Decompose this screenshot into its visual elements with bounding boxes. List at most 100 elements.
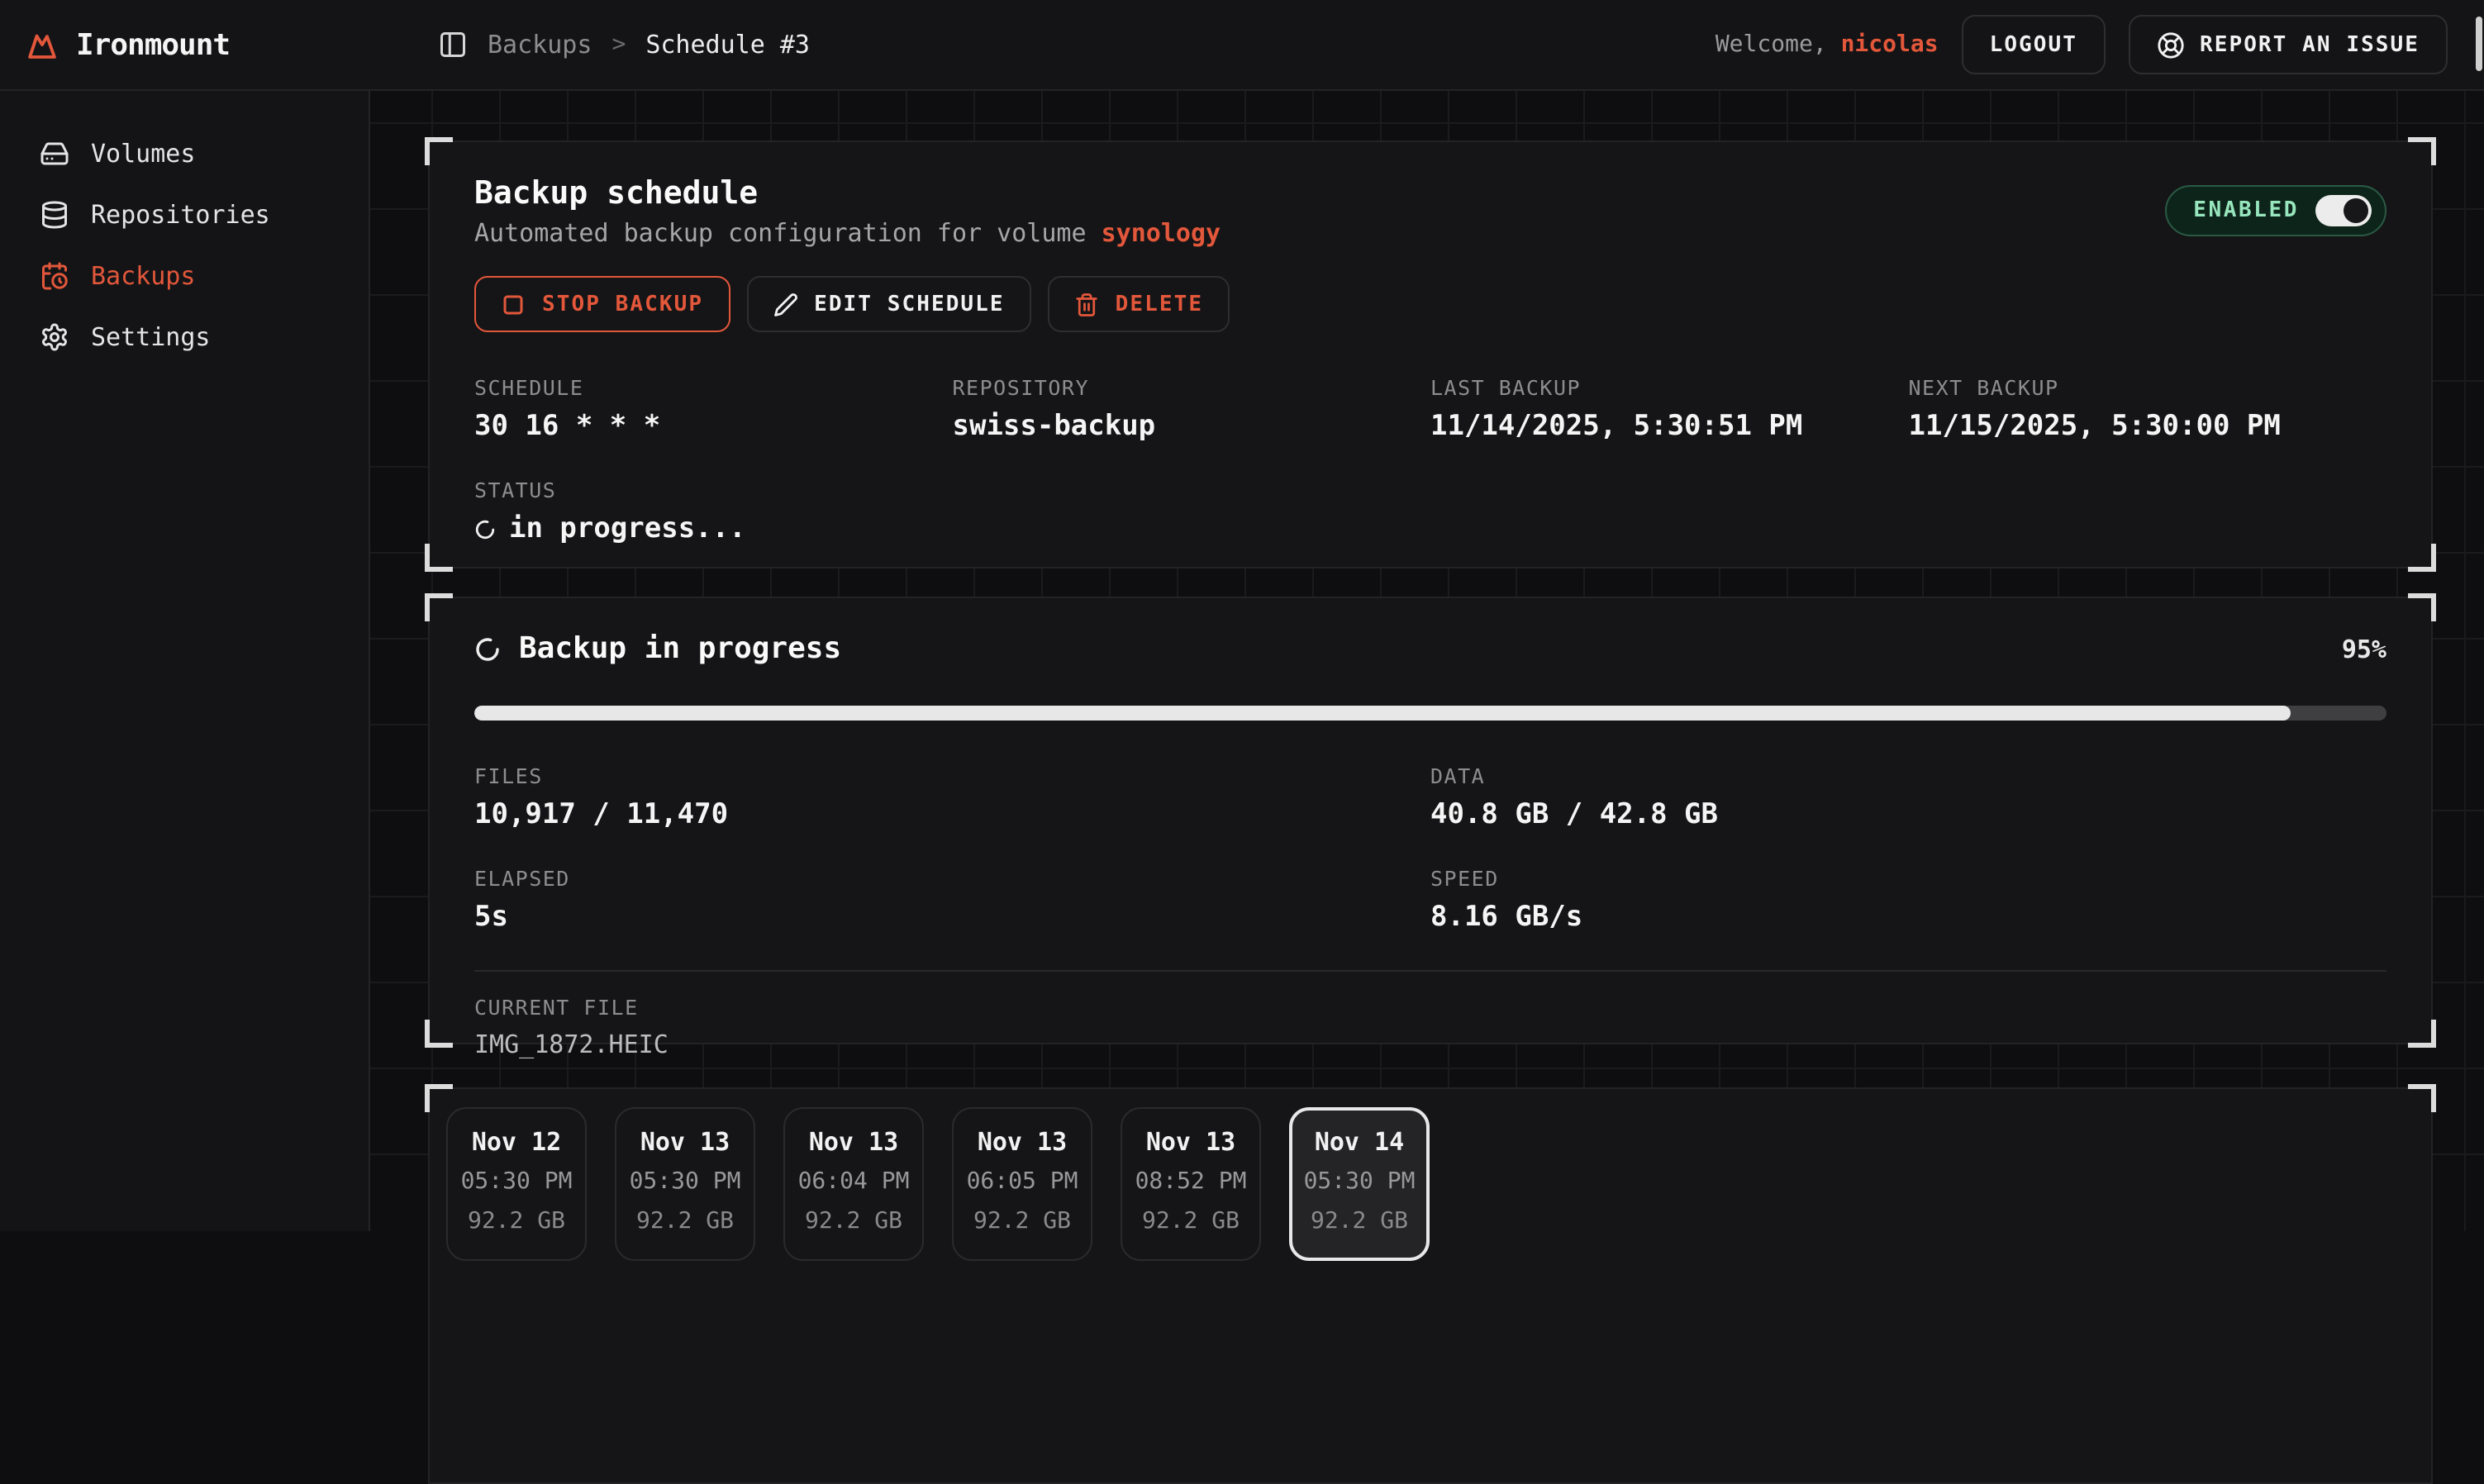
breadcrumb-separator: > [611,31,626,58]
history-size: 92.2 GB [1122,1206,1259,1236]
toggle-knob [2344,198,2368,223]
history-date: Nov 14 [1292,1127,1426,1157]
breadcrumb: Backups > Schedule #3 [438,30,810,59]
history-date: Nov 13 [616,1127,754,1157]
progress-title: Backup in progress [519,631,841,666]
card-subtitle: Automated backup configuration for volum… [474,218,1221,248]
corner-bracket [425,1084,453,1112]
enabled-label: ENABLED [2193,198,2299,223]
card-title: Backup schedule [474,175,1221,212]
pencil-icon [773,292,797,316]
backup-history-item[interactable]: Nov 1405:30 PM92.2 GB [1289,1107,1430,1261]
field-label: NEXT BACKUP [1909,375,2387,400]
progress-stat: FILES 10,917 / 11,470 [474,763,1430,831]
welcome-text: Welcome, nicolas [1715,31,1939,58]
panel-left-icon[interactable] [438,30,468,59]
corner-bracket [425,137,453,165]
corner-bracket [2408,1084,2436,1112]
app-window: Ironmount Backups > Schedule #3 Welcome,… [0,0,2484,1231]
backup-schedule-card: Backup schedule Automated backup configu… [428,140,2433,568]
scrollbar-thumb[interactable] [2476,17,2482,71]
corner-bracket [425,544,453,572]
sidebar-item-label: Backups [91,261,195,291]
schedule-field: NEXT BACKUP11/15/2025, 5:30:00 PM [1909,375,2387,443]
sidebar-item-label: Settings [91,322,211,352]
schedule-fields: SCHEDULE 30 16 * * *REPOSITORY swiss-backu… [474,375,2386,443]
field-label: SCHEDULE [474,375,953,400]
brand[interactable]: Ironmount [0,27,370,62]
backup-history-item[interactable]: Nov 12 05:30 PM 92.2 GB [446,1107,587,1261]
stat-label: FILES [474,763,1430,788]
progress-percent: 95% [2342,634,2386,664]
stat-value: 10,917 / 11,470 [474,798,1430,831]
history-date: Nov 13 [1122,1127,1259,1157]
logout-button[interactable]: LOGOUT [1962,15,2106,74]
trash-icon [1074,292,1099,316]
backup-history-item[interactable]: Nov 1306:05 PM92.2 GB [952,1107,1092,1261]
delete-button[interactable]: DELETE [1048,276,1230,332]
history-time: 08:52 PM [1122,1167,1259,1196]
field-label: LAST BACKUP [1430,375,1909,400]
stat-value: 5s [474,901,1430,934]
field-value: 30 16 * * * [474,410,953,443]
report-issue-button[interactable]: REPORT AN ISSUE [2129,15,2448,74]
enabled-toggle[interactable]: ENABLED [2165,185,2386,236]
stat-label: ELAPSED [474,866,1430,891]
database-icon [40,200,69,230]
history-size: 92.2 GB [1292,1206,1426,1236]
corner-bracket [2408,593,2436,621]
calendar-clock-icon [40,261,69,291]
breadcrumb-current: Schedule #3 [645,30,810,59]
stat-value: 40.8 GB / 42.8 GB [1430,798,2386,831]
stat-label: SPEED [1430,866,2386,891]
backup-progress-card: Backup in progress 95% FILES 10,917 / 11,… [428,597,2433,1044]
brand-name: Ironmount [76,27,230,62]
sidebar: Volumes Repositories Backups Settings [0,91,370,1231]
volume-name: synology [1102,218,1221,248]
spinner-icon [474,635,501,662]
stop-backup-button[interactable]: STOP BACKUP [474,276,730,332]
backup-history-item[interactable]: Nov 1306:04 PM92.2 GB [783,1107,924,1261]
backup-history-item[interactable]: Nov 13 05:30 PM 92.2 GB [615,1107,755,1261]
stop-square-icon [501,292,526,316]
history-size: 92.2 GB [616,1206,754,1236]
sidebar-item-label: Repositories [91,200,270,230]
backup-history-card: Nov 12 05:30 PM 92.2 GB Nov 13 05:30 PM 92.2 … [428,1087,2433,1484]
life-buoy-icon [2157,31,2185,59]
history-time: 05:30 PM [616,1167,754,1196]
main-content: Backup schedule Automated backup configu… [370,91,2484,1231]
field-label: REPOSITORY [953,375,1431,400]
current-file-value: IMG_1872.HEIC [474,1030,2386,1059]
breadcrumb-section[interactable]: Backups [488,30,592,59]
progress-stat: ELAPSED 5s [474,866,1430,934]
sidebar-item-backups[interactable]: Backups [0,246,369,306]
backup-history-item[interactable]: Nov 13 08:52 PM 92.2 GB [1121,1107,1261,1261]
corner-bracket [425,1020,453,1048]
sidebar-item-repositories[interactable]: Repositories [0,185,369,245]
corner-bracket [425,593,453,621]
schedule-field: LAST BACKUP11/14/2025, 5:30:51 PM [1430,375,1909,443]
corner-bracket [2408,1020,2436,1048]
sidebar-item-volumes[interactable]: Volumes [0,124,369,183]
header-right: Welcome, nicolas LOGOUT REPORT AN ISSUE [1715,15,2484,74]
spinner-icon [474,518,496,540]
progress-stats: FILES 10,917 / 11,470DATA 40.8 GB / 42.8 G… [474,763,2386,934]
progress-stat: SPEED8.16 GB/s [1430,866,2386,934]
progress-bar-fill [474,706,2291,721]
stat-label: DATA [1430,763,2386,788]
history-date: Nov 12 [448,1127,585,1157]
history-size: 92.2 GB [448,1206,585,1236]
schedule-field: SCHEDULE 30 16 * * * [474,375,953,443]
mountain-logo-icon [25,27,59,62]
edit-schedule-button[interactable]: EDIT SCHEDULE [746,276,1031,332]
backup-history-list: Nov 12 05:30 PM 92.2 GB Nov 13 05:30 PM 92.2 … [430,1089,2431,1261]
history-time: 05:30 PM [448,1167,585,1196]
history-time: 06:05 PM [954,1167,1091,1196]
schedule-field: REPOSITORY swiss-backup [953,375,1431,443]
corner-bracket [2408,137,2436,165]
sidebar-item-settings[interactable]: Settings [0,307,369,367]
field-value: swiss-backup [953,410,1431,443]
progress-bar [474,706,2386,721]
progress-stat: DATA 40.8 GB / 42.8 GB [1430,763,2386,831]
history-time: 06:04 PM [785,1167,922,1196]
